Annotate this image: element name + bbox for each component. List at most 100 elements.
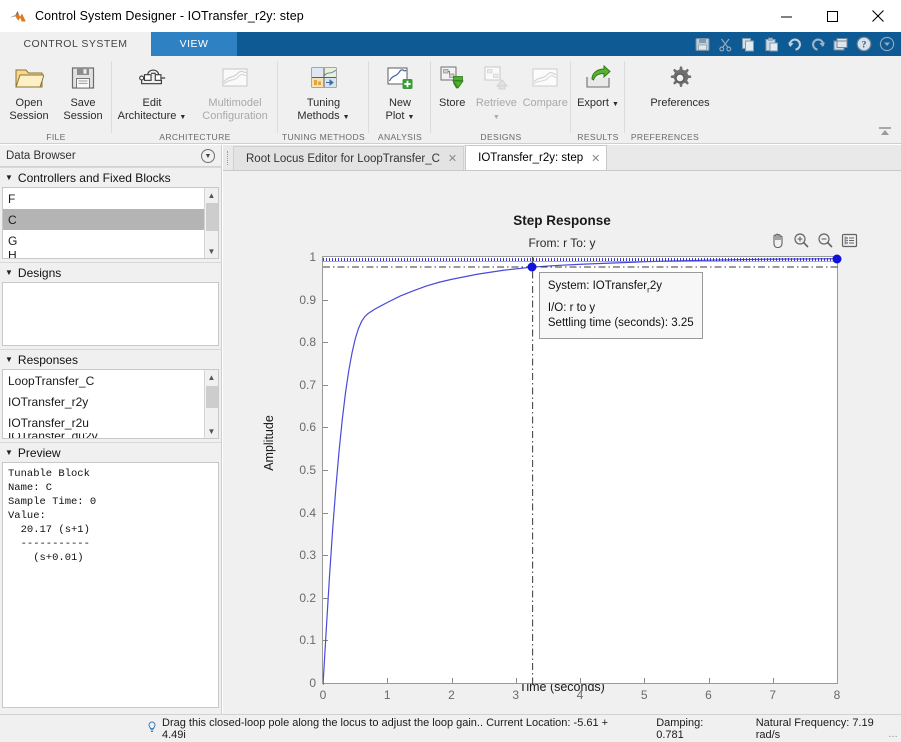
- chevron-down-icon: ▼: [5, 268, 13, 277]
- responses-list[interactable]: LoopTransfer_C IOTransfer_r2y IOTransfer…: [2, 369, 219, 439]
- tab-view[interactable]: VIEW: [151, 32, 237, 56]
- list-item[interactable]: H: [3, 251, 218, 258]
- store-icon: [436, 62, 468, 94]
- pan-hand-icon[interactable]: [768, 231, 787, 250]
- plot-axes: 1 0.9 0.8 0.7 0.6 0.5 0.4 0.3 0.2 0.1 0: [299, 250, 842, 702]
- legend-list-icon[interactable]: [840, 231, 859, 250]
- undo-icon[interactable]: [784, 34, 805, 54]
- tuning-methods-icon: [308, 62, 340, 94]
- multimodel-configuration-button[interactable]: Multimodel Configuration: [192, 58, 278, 128]
- chevron-down-icon[interactable]: [876, 34, 897, 54]
- open-session-button[interactable]: Open Session: [2, 58, 56, 128]
- ribbon-group-results: Export ▼ RESULTS: [571, 56, 625, 144]
- section-title-responses: Responses: [17, 352, 78, 367]
- retrieve-button[interactable]: Retrieve ▼: [473, 58, 519, 128]
- tab-gripper[interactable]: [223, 145, 233, 170]
- x-tick-label: 0: [319, 688, 327, 702]
- scroll-down-icon[interactable]: ▼: [205, 244, 218, 258]
- section-header-controllers[interactable]: ▼ Controllers and Fixed Blocks: [0, 167, 221, 187]
- scroll-thumb[interactable]: [206, 386, 218, 408]
- maximize-button[interactable]: [809, 0, 855, 32]
- zoom-out-icon[interactable]: [816, 231, 835, 250]
- edit-architecture-button[interactable]: Edit Architecture ▼: [112, 58, 192, 128]
- store-button[interactable]: Store: [431, 58, 473, 128]
- list-item[interactable]: LoopTransfer_C: [3, 370, 218, 391]
- compare-icon: [529, 62, 561, 94]
- plot-toolbar: [768, 231, 859, 250]
- compare-label: Compare: [522, 97, 568, 109]
- minimize-button[interactable]: [763, 0, 809, 32]
- section-header-designs[interactable]: ▼ Designs: [0, 262, 221, 282]
- help-icon[interactable]: ?: [853, 34, 874, 54]
- application-window: Control System Designer - IOTransfer_r2y…: [0, 0, 901, 742]
- layout-icon[interactable]: [830, 34, 851, 54]
- data-tip-io: I/O: r to y: [547, 302, 596, 315]
- scroll-up-icon[interactable]: ▲: [205, 370, 218, 384]
- tab-iotransfer-step[interactable]: IOTransfer_r2y: step ✕: [465, 145, 608, 170]
- section-header-preview[interactable]: ▼ Preview: [0, 442, 221, 462]
- svg-text:?: ?: [861, 41, 866, 51]
- section-header-responses[interactable]: ▼ Responses: [0, 349, 221, 369]
- data-browser-header: Data Browser ▼: [0, 145, 221, 167]
- list-item[interactable]: C: [3, 209, 218, 230]
- controllers-list[interactable]: F C G H ▲ ▼: [2, 187, 219, 259]
- list-item[interactable]: F: [3, 188, 218, 209]
- chevron-down-icon: ▼: [5, 355, 13, 364]
- close-button[interactable]: [855, 0, 901, 32]
- x-tick-label: 4: [576, 688, 584, 702]
- list-item[interactable]: IOTransfer_r2u: [3, 412, 218, 433]
- scroll-down-icon[interactable]: ▼: [205, 424, 218, 438]
- status-natural-frequency: Natural Frequency: 7.19 rad/s: [755, 716, 874, 741]
- tuning-methods-button[interactable]: Tuning Methods ▼: [285, 58, 363, 128]
- tab-root-locus-editor[interactable]: Root Locus Editor for LoopTransfer_C ✕: [233, 146, 465, 170]
- scroll-thumb[interactable]: [206, 203, 218, 231]
- collapse-ribbon-icon[interactable]: [877, 125, 893, 139]
- new-plot-button[interactable]: New Plot ▼: [372, 58, 428, 128]
- undock-icon[interactable]: ▼: [201, 149, 215, 163]
- scroll-up-icon[interactable]: ▲: [205, 188, 218, 202]
- endpoint-marker[interactable]: [832, 254, 842, 264]
- list-item[interactable]: G: [3, 230, 218, 251]
- controllers-scrollbar[interactable]: ▲ ▼: [204, 188, 218, 258]
- tab-label: IOTransfer_r2y: step: [478, 152, 584, 164]
- ribbon-group-architecture-label: ARCHITECTURE: [159, 132, 231, 142]
- preferences-button[interactable]: Preferences: [640, 58, 720, 128]
- preview-text: Tunable Block Name: C Sample Time: 0 Val…: [2, 462, 219, 708]
- tab-control-system[interactable]: CONTROL SYSTEM: [0, 32, 151, 56]
- y-tick-label: 1: [309, 250, 316, 264]
- data-tip[interactable]: System: IOTransferr2y I/O: r to y Settli…: [538, 271, 703, 340]
- ribbon-group-analysis: New Plot ▼ ANALYSIS: [369, 56, 431, 144]
- preferences-label: Preferences: [650, 97, 710, 109]
- save-session-button[interactable]: Save Session: [56, 58, 110, 128]
- responses-scrollbar[interactable]: ▲ ▼: [204, 370, 218, 438]
- settling-time-marker[interactable]: [527, 262, 537, 272]
- ribbon-group-designs: Store Retrieve ▼ Compare DESIGNS: [431, 56, 571, 144]
- document-area: Root Locus Editor for LoopTransfer_C ✕ I…: [223, 145, 901, 714]
- tab-label: Root Locus Editor for LoopTransfer_C: [246, 152, 440, 165]
- ribbon-group-file-label: FILE: [46, 132, 66, 142]
- x-tick-label: 5: [640, 688, 648, 702]
- close-icon[interactable]: ✕: [591, 152, 600, 165]
- zoom-in-icon[interactable]: [792, 231, 811, 250]
- list-item[interactable]: IOTransfer_r2y: [3, 391, 218, 412]
- y-tick-label: 0.2: [299, 590, 316, 605]
- close-icon[interactable]: ✕: [448, 152, 457, 165]
- chevron-down-icon: ▼: [342, 114, 350, 121]
- paste-icon[interactable]: [761, 34, 782, 54]
- compare-button[interactable]: Compare: [519, 58, 571, 128]
- copy-icon[interactable]: [738, 34, 759, 54]
- save-icon[interactable]: [692, 34, 713, 54]
- save-session-label: Save Session: [63, 97, 103, 122]
- section-title-designs: Designs: [17, 265, 62, 280]
- x-tick-label: 3: [512, 688, 520, 702]
- matlab-icon: [9, 7, 27, 25]
- designs-list[interactable]: [2, 282, 219, 346]
- y-tick-label: 0.5: [299, 463, 316, 477]
- redo-icon[interactable]: [807, 34, 828, 54]
- step-response-plot: Step Response From: r To: y Amplitude Ti…: [223, 171, 901, 714]
- info-icon: [146, 720, 158, 737]
- list-item[interactable]: IOTransfer_du2y: [3, 433, 218, 438]
- cut-icon[interactable]: [715, 34, 736, 54]
- ribbon-group-tuning-methods-label: TUNING METHODS: [281, 132, 366, 142]
- export-button[interactable]: Export ▼: [573, 58, 623, 128]
